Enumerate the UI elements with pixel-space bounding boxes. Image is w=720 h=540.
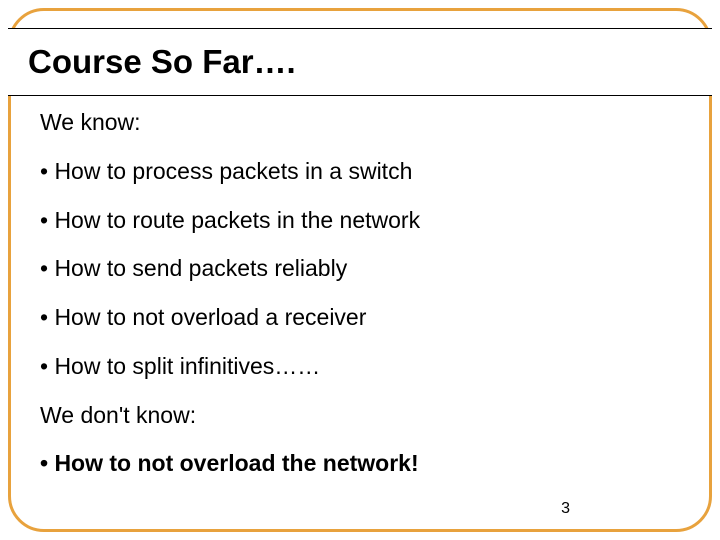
body-line: We don't know: — [40, 401, 680, 430]
body-line: • How to not overload a receiver — [40, 303, 680, 332]
slide-title: Course So Far…. — [28, 43, 296, 81]
body-line-emphasis: • How to not overload the network! — [40, 449, 680, 478]
body-line: • How to split infinitives…… — [40, 352, 680, 381]
body-line: • How to process packets in a switch — [40, 157, 680, 186]
title-bar: Course So Far…. — [8, 28, 712, 96]
body-line: • How to send packets reliably — [40, 254, 680, 283]
slide: Course So Far…. We know: • How to proces… — [0, 0, 720, 540]
slide-body: We know: • How to process packets in a s… — [40, 108, 680, 500]
body-line: We know: — [40, 108, 680, 137]
body-line: • How to route packets in the network — [40, 206, 680, 235]
page-number: 3 — [561, 500, 570, 518]
